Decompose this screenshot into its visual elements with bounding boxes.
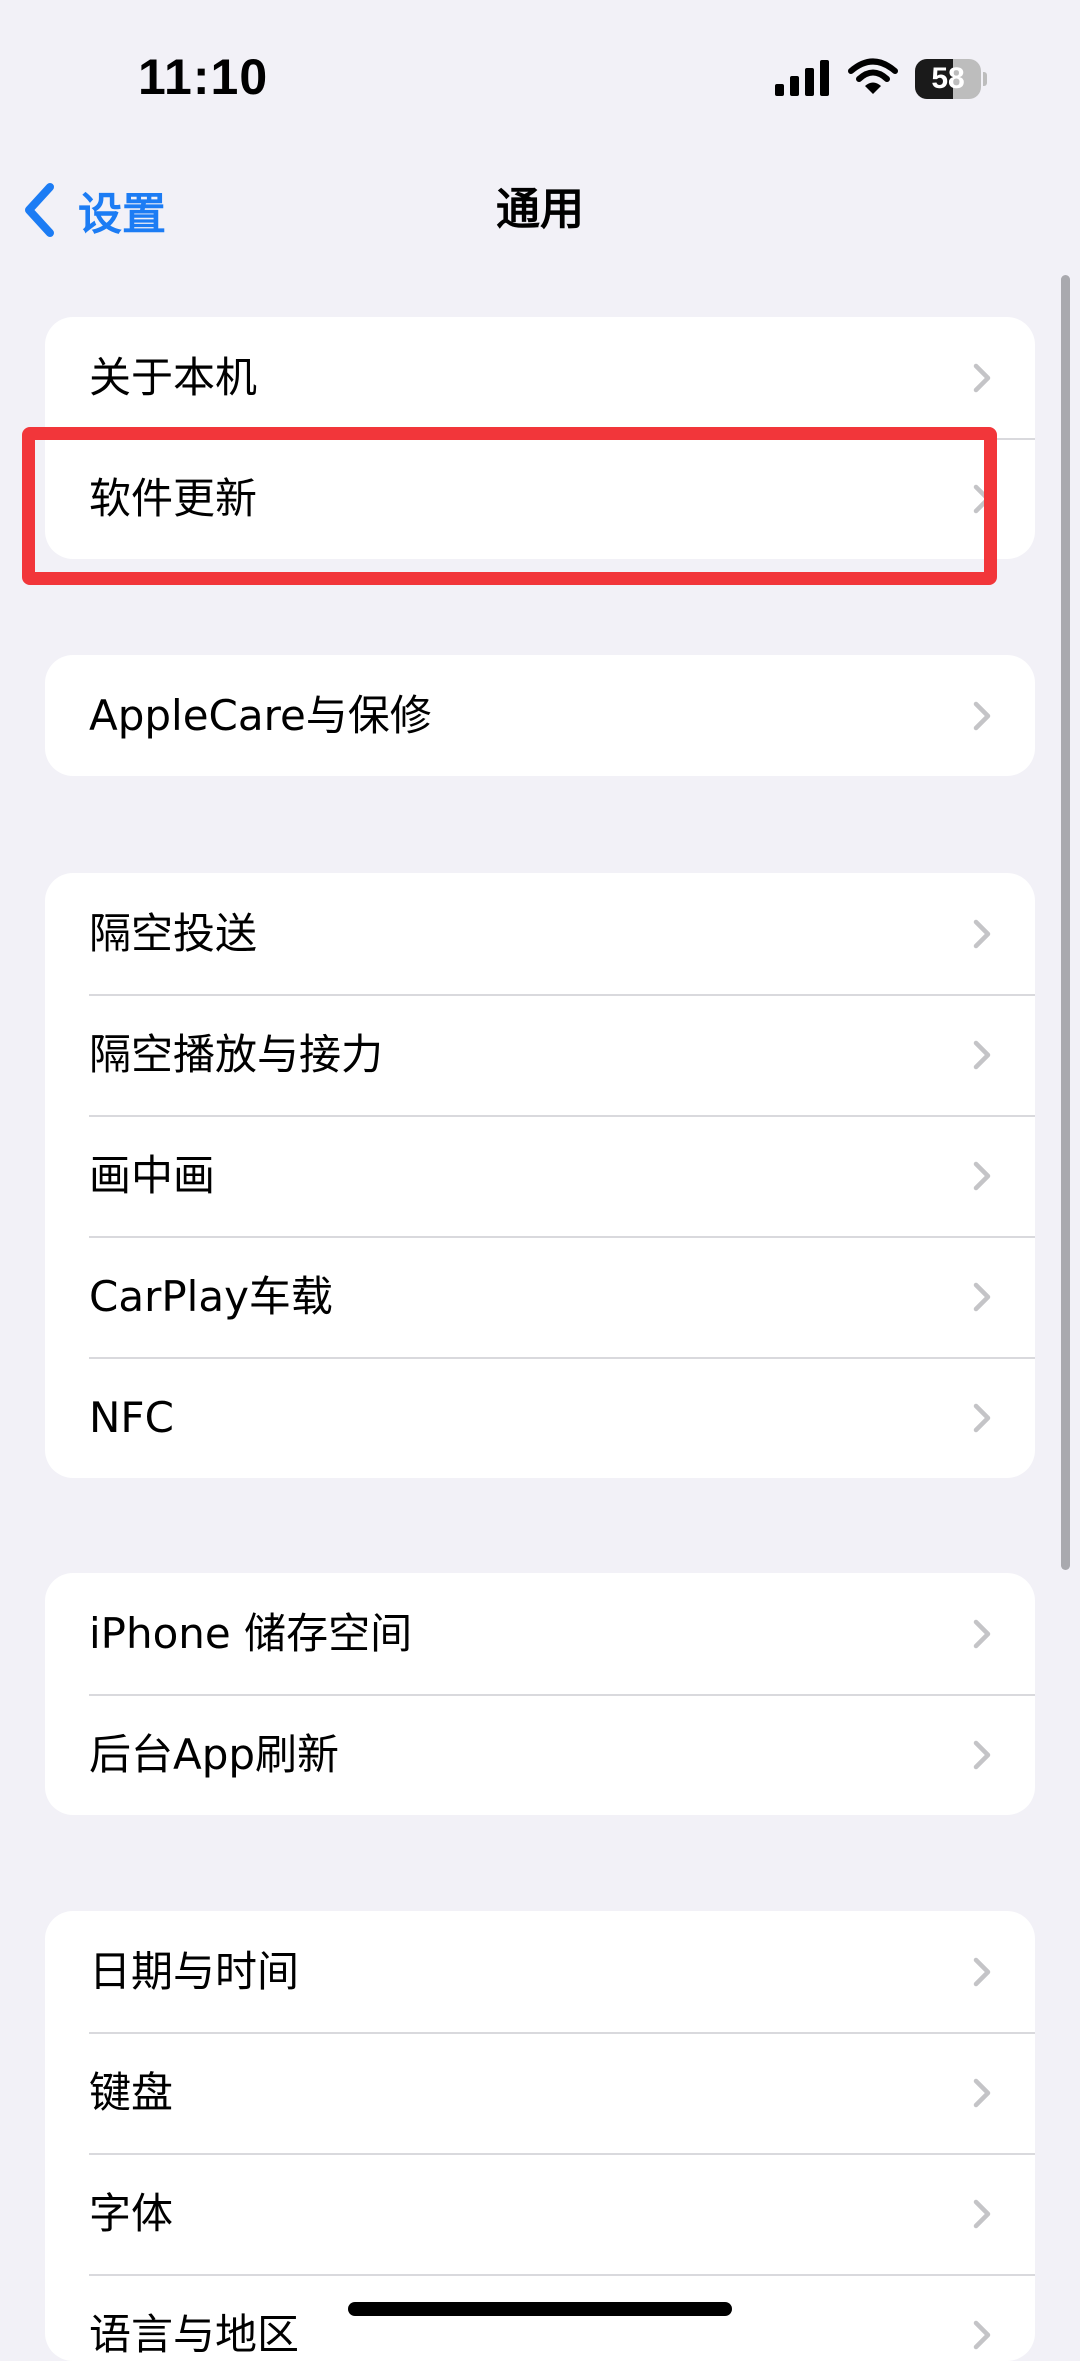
settings-row-picture-in-picture[interactable]: 画中画 [45, 1115, 1035, 1236]
row-label: 日期与时间 [89, 1947, 300, 1996]
settings-row-language-region[interactable]: 语言与地区 [45, 2274, 1035, 2361]
row-label: 隔空投送 [89, 909, 258, 958]
settings-row-airplay-handoff[interactable]: 隔空播放与接力 [45, 994, 1035, 1115]
chevron-right-icon [973, 1619, 991, 1649]
row-label: 隔空播放与接力 [89, 1030, 384, 1079]
chevron-right-icon [973, 1403, 991, 1433]
settings-group-applecare: AppleCare与保修 [45, 655, 1035, 776]
chevron-right-icon [973, 484, 991, 514]
settings-row-keyboard[interactable]: 键盘 [45, 2032, 1035, 2153]
battery-percent: 58 [931, 62, 965, 95]
battery-tip [983, 72, 987, 86]
row-label: 画中画 [89, 1151, 216, 1200]
row-label: 字体 [89, 2189, 174, 2238]
row-label: 键盘 [89, 2068, 174, 2117]
chevron-right-icon [973, 2199, 991, 2229]
row-label: 软件更新 [89, 474, 258, 523]
settings-group-about: 关于本机 软件更新 [45, 317, 1035, 559]
settings-row-airdrop[interactable]: 隔空投送 [45, 873, 1035, 994]
row-label: NFC [89, 1393, 174, 1442]
settings-row-applecare[interactable]: AppleCare与保修 [45, 655, 1035, 776]
settings-row-carplay[interactable]: CarPlay车载 [45, 1236, 1035, 1357]
back-label: 设置 [78, 189, 166, 240]
row-label: AppleCare与保修 [89, 691, 432, 740]
settings-row-background-app-refresh[interactable]: 后台App刷新 [45, 1694, 1035, 1815]
chevron-right-icon [973, 919, 991, 949]
wifi-icon [848, 58, 898, 94]
settings-row-about[interactable]: 关于本机 [45, 317, 1035, 438]
home-indicator[interactable] [348, 2302, 732, 2316]
status-time: 11:10 [138, 49, 269, 105]
chevron-left-icon [25, 183, 54, 237]
settings-row-fonts[interactable]: 字体 [45, 2153, 1035, 2274]
settings-group-connectivity: 隔空投送 隔空播放与接力 画中画 CarPlay车载 NFC [45, 873, 1035, 1478]
settings-row-nfc[interactable]: NFC [45, 1357, 1035, 1478]
settings-row-iphone-storage[interactable]: iPhone 储存空间 [45, 1573, 1035, 1694]
chevron-right-icon [973, 1740, 991, 1770]
row-label: 后台App刷新 [89, 1730, 340, 1779]
chevron-right-icon [973, 2078, 991, 2108]
back-button[interactable]: 设置 [22, 176, 166, 244]
nav-bar: 设置 通用 [0, 150, 1080, 270]
scroll-indicator[interactable] [1061, 275, 1070, 1570]
chevron-right-icon [973, 1161, 991, 1191]
row-label: CarPlay车载 [89, 1272, 333, 1321]
settings-group-storage: iPhone 储存空间 后台App刷新 [45, 1573, 1035, 1815]
chevron-right-icon [973, 1957, 991, 1987]
chevron-right-icon [973, 701, 991, 731]
settings-row-software-update[interactable]: 软件更新 [45, 438, 1035, 559]
settings-row-date-time[interactable]: 日期与时间 [45, 1911, 1035, 2032]
chevron-right-icon [973, 1282, 991, 1312]
signal-icon [775, 60, 829, 96]
chevron-right-icon [973, 363, 991, 393]
row-label: iPhone 储存空间 [89, 1609, 413, 1658]
settings-group-locale: 日期与时间 键盘 字体 语言与地区 [45, 1911, 1035, 2361]
chevron-right-icon [973, 1040, 991, 1070]
status-bar: 11:10 58 [0, 0, 1080, 150]
battery-body: 58 [915, 59, 981, 99]
battery-icon: 58 [915, 59, 987, 99]
chevron-right-icon [973, 2320, 991, 2350]
row-label: 语言与地区 [89, 2310, 300, 2359]
row-label: 关于本机 [89, 353, 258, 402]
